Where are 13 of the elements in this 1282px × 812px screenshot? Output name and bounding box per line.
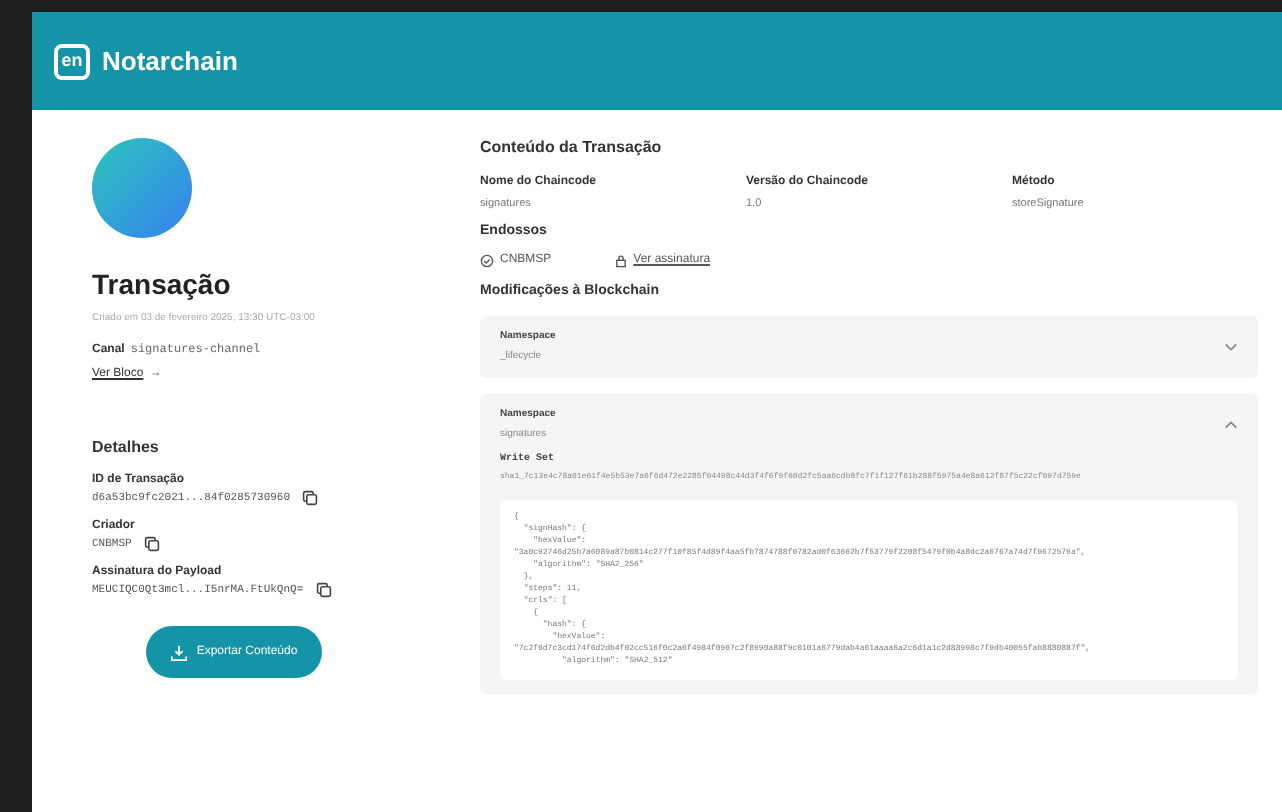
brand-name: Notarchain	[102, 43, 238, 80]
copy-icon[interactable]	[143, 535, 160, 552]
copy-icon[interactable]	[315, 582, 332, 599]
check-circle-icon	[480, 253, 494, 268]
download-icon	[170, 643, 189, 662]
section-title: Conteúdo da Transação	[480, 136, 664, 160]
logo-mark: en	[54, 43, 90, 79]
copy-icon[interactable]	[302, 489, 319, 506]
chevron-up-icon[interactable]	[1224, 420, 1238, 431]
lock-icon	[613, 253, 628, 268]
details-title: Detalhes	[92, 435, 161, 459]
transaction-title: Transação	[92, 266, 233, 304]
chevron-down-icon[interactable]	[1224, 342, 1238, 353]
